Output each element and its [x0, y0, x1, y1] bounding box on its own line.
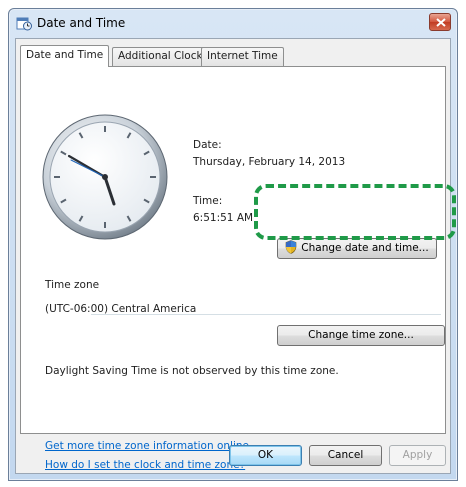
change-date-time-label: Change date and time...	[301, 242, 429, 254]
close-icon	[436, 18, 446, 27]
time-label: Time:	[193, 195, 223, 207]
uac-shield-icon	[285, 240, 297, 254]
change-time-zone-button[interactable]: Change time zone...	[277, 325, 445, 346]
time-value: 6:51:51 AM	[193, 212, 254, 224]
analog-clock	[42, 114, 168, 240]
ok-button[interactable]: OK	[229, 445, 302, 466]
close-button[interactable]	[429, 13, 451, 31]
how-to-set-clock-link[interactable]: How do I set the clock and time zone?	[45, 459, 245, 471]
change-date-time-button[interactable]: Change date and time...	[277, 238, 437, 259]
tab-date-and-time[interactable]: Date and Time	[20, 45, 110, 67]
tab-internet-time[interactable]: Internet Time	[201, 47, 284, 66]
date-label: Date:	[193, 139, 222, 151]
date-time-app-icon	[16, 17, 32, 31]
more-time-zone-info-link[interactable]: Get more time zone information online	[45, 440, 249, 452]
tab-additional-clocks[interactable]: Additional Clocks	[112, 47, 215, 66]
cancel-button[interactable]: Cancel	[309, 445, 382, 466]
window-title: Date and Time	[37, 16, 126, 30]
date-time-window: Date and Time Date and Time Additional C…	[8, 8, 458, 481]
dialog-client-area: Date and Time Additional Clocks Internet…	[15, 38, 451, 474]
title-bar[interactable]: Date and Time	[9, 9, 457, 37]
date-value: Thursday, February 14, 2013	[193, 156, 346, 168]
dst-note: Daylight Saving Time is not observed by …	[45, 365, 339, 377]
time-zone-value: (UTC-06:00) Central America	[45, 303, 197, 315]
time-zone-heading: Time zone	[45, 279, 100, 291]
tab-panel-date-and-time: Date: Thursday, February 14, 2013 Time: …	[20, 66, 446, 471]
apply-button[interactable]: Apply	[389, 445, 446, 466]
